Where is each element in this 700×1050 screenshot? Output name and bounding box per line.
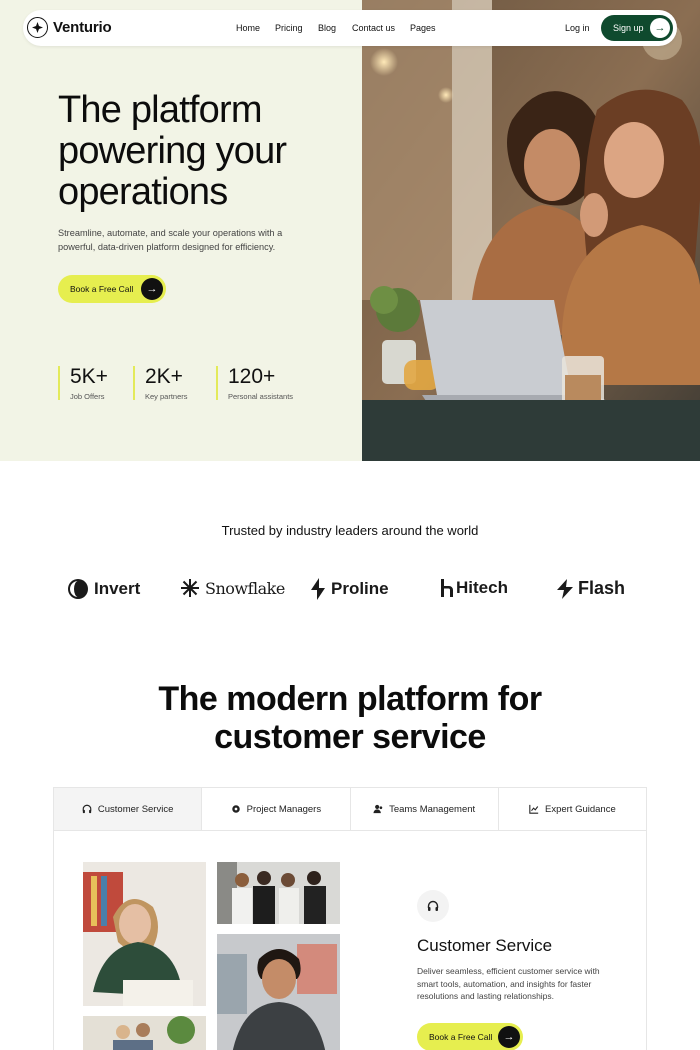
- nav-link-pages[interactable]: Pages: [410, 23, 436, 33]
- section-title: The modern platform for customer service: [0, 680, 700, 756]
- book-call-label: Book a Free Call: [70, 284, 134, 294]
- brand-snowflake: Snowflake: [180, 578, 285, 598]
- headphones-icon: [427, 900, 439, 911]
- tab-expert-guidance[interactable]: Expert Guidance: [499, 788, 646, 830]
- signup-button[interactable]: Sign up →: [601, 15, 673, 41]
- brand-name: Hitech: [456, 578, 508, 597]
- snowflake-logo-icon: [181, 579, 199, 597]
- tab-project-managers[interactable]: Project Managers: [202, 788, 351, 830]
- brand-name: Snowflake: [205, 578, 285, 598]
- hero-subtitle: Streamline, automate, and scale your ope…: [58, 228, 283, 252]
- brand-name: Flash: [578, 578, 626, 598]
- tab-label: Project Managers: [246, 803, 322, 815]
- brand-proline: Proline: [310, 578, 389, 600]
- chart-icon: [529, 804, 539, 814]
- stat-label: Job Offers: [70, 392, 105, 401]
- tab-customer-service[interactable]: Customer Service: [54, 788, 203, 830]
- tab-label: Customer Service: [97, 803, 174, 815]
- login-link[interactable]: Log in: [565, 23, 590, 33]
- stat-personal-assistants: 120+ Personal assistants: [216, 365, 294, 401]
- brand-logo[interactable]: Venturio: [27, 17, 112, 38]
- tab-label: Expert Guidance: [544, 803, 616, 815]
- invert-logo-icon: [68, 579, 88, 599]
- service-book-call-button[interactable]: Book a Free Call →: [417, 1023, 523, 1050]
- book-call-button[interactable]: Book a Free Call →: [58, 275, 166, 303]
- stat-key-partners: 2K+ Key partners: [133, 365, 188, 401]
- brand-flash: Flash: [557, 578, 625, 599]
- nav-link-blog[interactable]: Blog: [318, 23, 336, 33]
- service-description: Deliver seamless, efficient customer ser…: [417, 966, 600, 1001]
- arrow-right-icon: →: [650, 18, 670, 38]
- brand-invert: Invert: [67, 578, 140, 600]
- feature-tabs: Customer Service Project Managers Teams …: [53, 787, 647, 831]
- hitech-logo-icon: [441, 579, 453, 597]
- nav-link-home[interactable]: Home: [236, 23, 260, 33]
- stat-job-offers: 5K+ Job Offers: [58, 365, 108, 401]
- hero-title: The platform powering your operations: [58, 89, 287, 213]
- top-navbar: Venturio Home Pricing Blog Contact us Pa…: [23, 10, 677, 46]
- brand-name: Proline: [331, 579, 389, 598]
- arrow-right-icon: →: [498, 1026, 520, 1048]
- team-photo-woman-laughing: [83, 862, 206, 1006]
- headphones-icon: [82, 804, 92, 814]
- stat-label: Key partners: [145, 392, 188, 401]
- hero-photo: [362, 0, 700, 461]
- proline-logo-icon: [311, 578, 325, 600]
- arrow-right-icon: →: [141, 278, 163, 300]
- service-icon-badge: [417, 890, 449, 922]
- tab-label: Teams Management: [389, 803, 476, 815]
- tab-teams-management[interactable]: Teams Management: [351, 788, 499, 830]
- brand-hitech: Hitech: [440, 578, 508, 598]
- stat-label: Personal assistants: [228, 392, 294, 401]
- nav-link-contact[interactable]: Contact us: [352, 23, 395, 33]
- section-title-line2: customer service: [214, 718, 486, 756]
- stat-value: 5K+: [70, 365, 108, 388]
- signup-label: Sign up: [613, 23, 644, 33]
- brand-name: Invert: [94, 579, 141, 598]
- team-photo-meeting: [83, 1016, 206, 1050]
- team-photo-group: [217, 862, 340, 924]
- stat-value: 120+: [228, 365, 276, 388]
- nav-link-pricing[interactable]: Pricing: [275, 23, 303, 33]
- team-icon: [373, 804, 383, 814]
- book-call-label: Book a Free Call: [429, 1032, 493, 1042]
- section-title-line1: The modern platform for: [158, 680, 542, 718]
- team-photo-man-smiling: [217, 934, 340, 1050]
- trusted-heading: Trusted by industry leaders around the w…: [221, 523, 479, 538]
- service-title: Customer Service: [417, 936, 553, 955]
- hero-section: Venturio Home Pricing Blog Contact us Pa…: [0, 0, 700, 461]
- logo-mark-icon: [27, 17, 48, 38]
- flash-logo-icon: [557, 578, 573, 599]
- stat-value: 2K+: [145, 365, 183, 388]
- gear-icon: [231, 805, 240, 813]
- brand-name: Venturio: [53, 19, 112, 36]
